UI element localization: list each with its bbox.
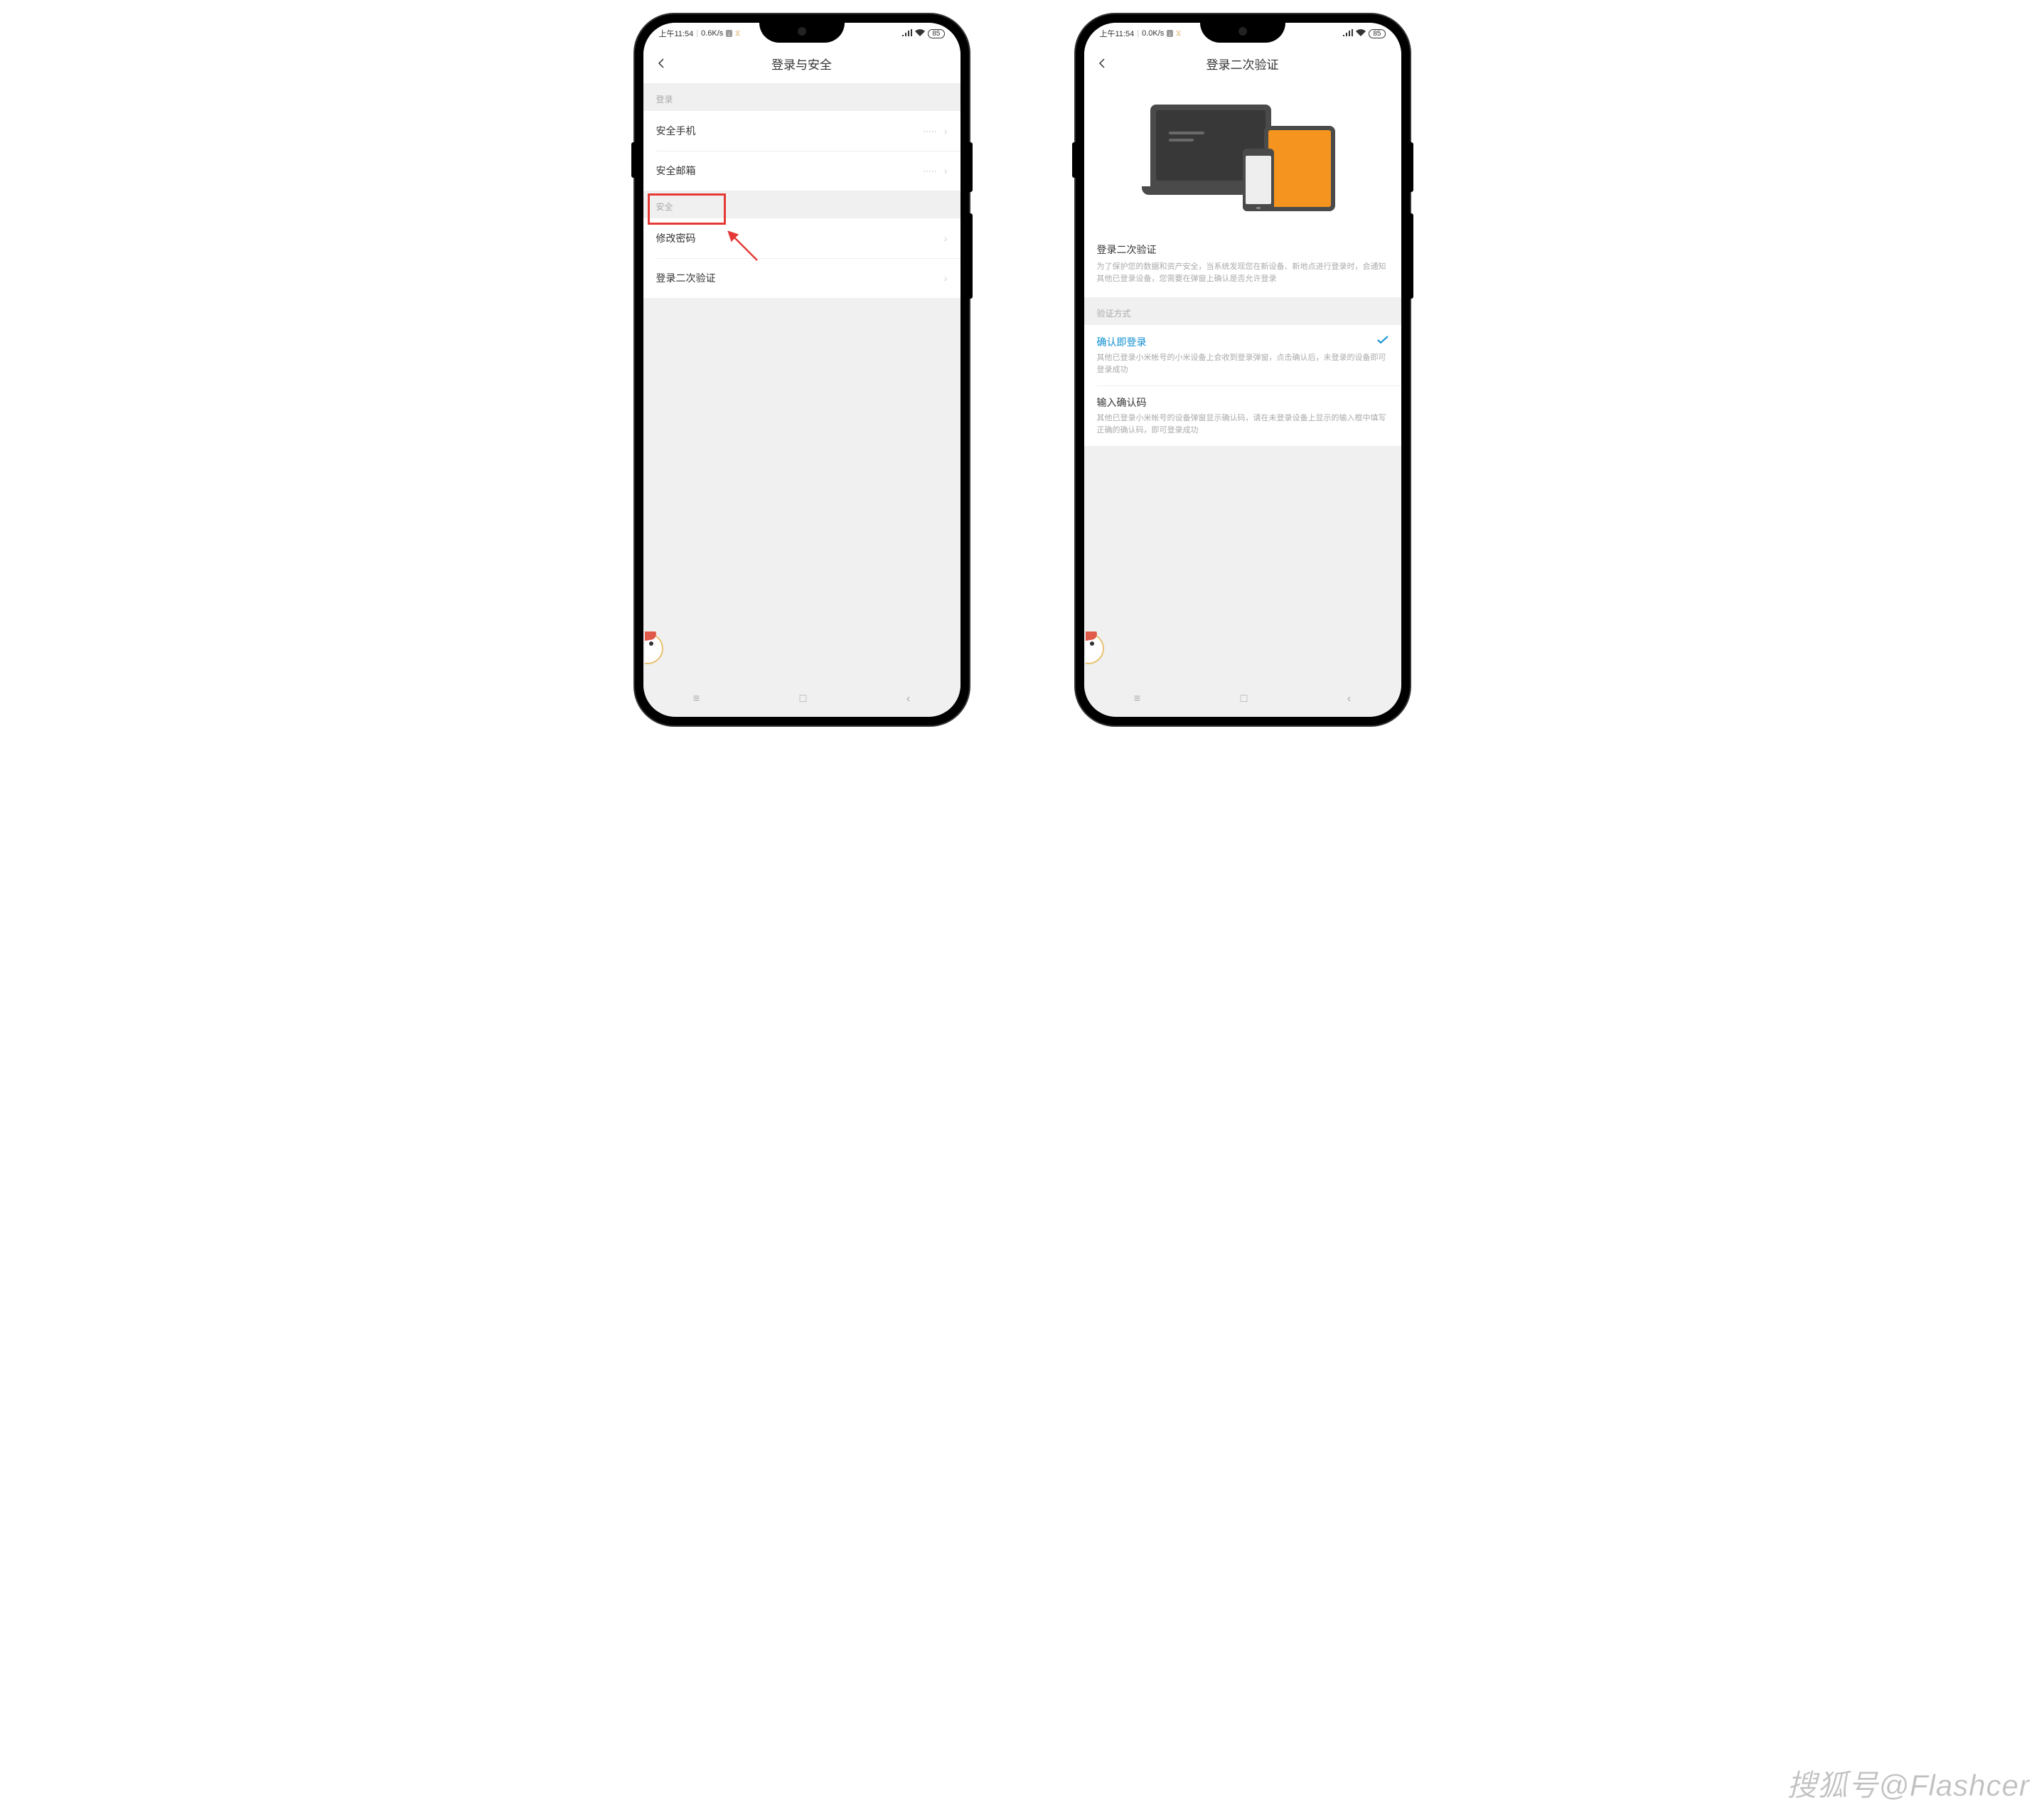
chevron-right-icon: › — [944, 272, 948, 284]
status-time: 上午11:54 — [1100, 28, 1135, 39]
watermark: 搜狐号@Flashcer — [1787, 1762, 2030, 1805]
nav-bar: ≡ □ ‹ — [1084, 681, 1401, 717]
page-title: 登录与安全 — [643, 55, 961, 73]
back-button[interactable] — [1084, 55, 1120, 73]
side-button — [1410, 142, 1413, 192]
item-label: 安全邮箱 — [656, 164, 696, 178]
screen: 上午11:54 | 0.6K/s ↓ ⧖ 85 登录与安全 — [643, 23, 961, 717]
item-security-phone[interactable]: 安全手机 ····· › — [643, 111, 961, 151]
item-label: 登录二次验证 — [656, 271, 716, 285]
side-button — [631, 142, 635, 178]
chevron-right-icon: › — [944, 125, 948, 137]
devices-illustration — [1084, 83, 1401, 233]
page-title: 登录二次验证 — [1084, 55, 1401, 73]
signal-icon — [902, 29, 912, 38]
nav-menu[interactable]: ≡ — [1134, 693, 1140, 705]
status-net: 0.6K/s — [701, 29, 723, 38]
option-title: 输入确认码 — [1097, 395, 1388, 410]
info-title: 登录二次验证 — [1097, 243, 1388, 257]
battery-level: 85 — [1369, 29, 1385, 38]
notch — [1200, 23, 1285, 43]
status-time: 上午11:54 — [659, 28, 694, 39]
mascot-peek — [1086, 631, 1108, 667]
side-button — [969, 142, 973, 192]
nav-back[interactable]: ‹ — [906, 693, 910, 705]
section-security: 安全 — [643, 191, 961, 218]
hourglass-icon: ⧖ — [1176, 29, 1182, 38]
nav-home[interactable]: □ — [1241, 693, 1248, 705]
item-value: ····· — [923, 126, 937, 136]
side-button — [1410, 213, 1413, 299]
section-method: 验证方式 — [1084, 297, 1401, 325]
option-desc: 其他已登录小米帐号的小米设备上会收到登录弹窗，点击确认后，未登录的设备即可登录成… — [1097, 352, 1388, 375]
item-change-password[interactable]: 修改密码 › — [643, 218, 961, 258]
option-confirm-login[interactable]: 确认即登录 其他已登录小米帐号的小米设备上会收到登录弹窗，点击确认后，未登录的设… — [1084, 325, 1401, 385]
nav-menu[interactable]: ≡ — [693, 693, 700, 705]
back-button[interactable] — [643, 55, 679, 73]
battery-level: 85 — [928, 29, 944, 38]
phone-left: 上午11:54 | 0.6K/s ↓ ⧖ 85 登录与安全 — [635, 14, 969, 725]
content: 登录 安全手机 ····· › 安全邮箱 ····· › 安全 修改密码 — [643, 83, 961, 681]
header: 登录与安全 — [643, 44, 961, 83]
nav-home[interactable]: □ — [800, 693, 807, 705]
item-label: 修改密码 — [656, 231, 696, 245]
nav-back[interactable]: ‹ — [1347, 693, 1351, 705]
item-security-email[interactable]: 安全邮箱 ····· › — [643, 151, 961, 191]
option-title: 确认即登录 — [1097, 335, 1388, 349]
section-login: 登录 — [643, 83, 961, 111]
side-button — [1072, 142, 1076, 178]
item-value: ····· — [923, 166, 937, 176]
signal-icon — [1343, 29, 1353, 38]
download-icon: ↓ — [726, 30, 732, 37]
info-desc: 为了保护您的数据和资产安全，当系统发现您在新设备、新地点进行登录时，会通知其他已… — [1097, 261, 1388, 284]
item-label: 安全手机 — [656, 124, 696, 138]
status-net: 0.0K/s — [1142, 29, 1164, 38]
phone-right: 上午11:54 | 0.0K/s ↓ ⧖ 85 登录二次验证 — [1076, 14, 1410, 725]
check-icon — [1377, 335, 1388, 346]
notch — [759, 23, 845, 43]
download-icon: ↓ — [1167, 30, 1173, 37]
mascot-peek — [645, 631, 668, 667]
nav-bar: ≡ □ ‹ — [643, 681, 961, 717]
header: 登录二次验证 — [1084, 44, 1401, 83]
hourglass-icon: ⧖ — [735, 29, 741, 38]
option-desc: 其他已登录小米帐号的设备弹窗显示确认码，请在未登录设备上显示的输入框中填写正确的… — [1097, 412, 1388, 436]
item-two-factor[interactable]: 登录二次验证 › — [643, 258, 961, 298]
info-two-factor: 登录二次验证 为了保护您的数据和资产安全，当系统发现您在新设备、新地点进行登录时… — [1084, 233, 1401, 297]
option-enter-code[interactable]: 输入确认码 其他已登录小米帐号的设备弹窗显示确认码，请在未登录设备上显示的输入框… — [1084, 385, 1401, 446]
wifi-icon — [915, 29, 925, 38]
wifi-icon — [1356, 29, 1366, 38]
chevron-right-icon: › — [944, 165, 948, 176]
chevron-right-icon: › — [944, 233, 948, 244]
screen: 上午11:54 | 0.0K/s ↓ ⧖ 85 登录二次验证 — [1084, 23, 1401, 717]
side-button — [969, 213, 973, 299]
content: 登录二次验证 为了保护您的数据和资产安全，当系统发现您在新设备、新地点进行登录时… — [1084, 83, 1401, 681]
